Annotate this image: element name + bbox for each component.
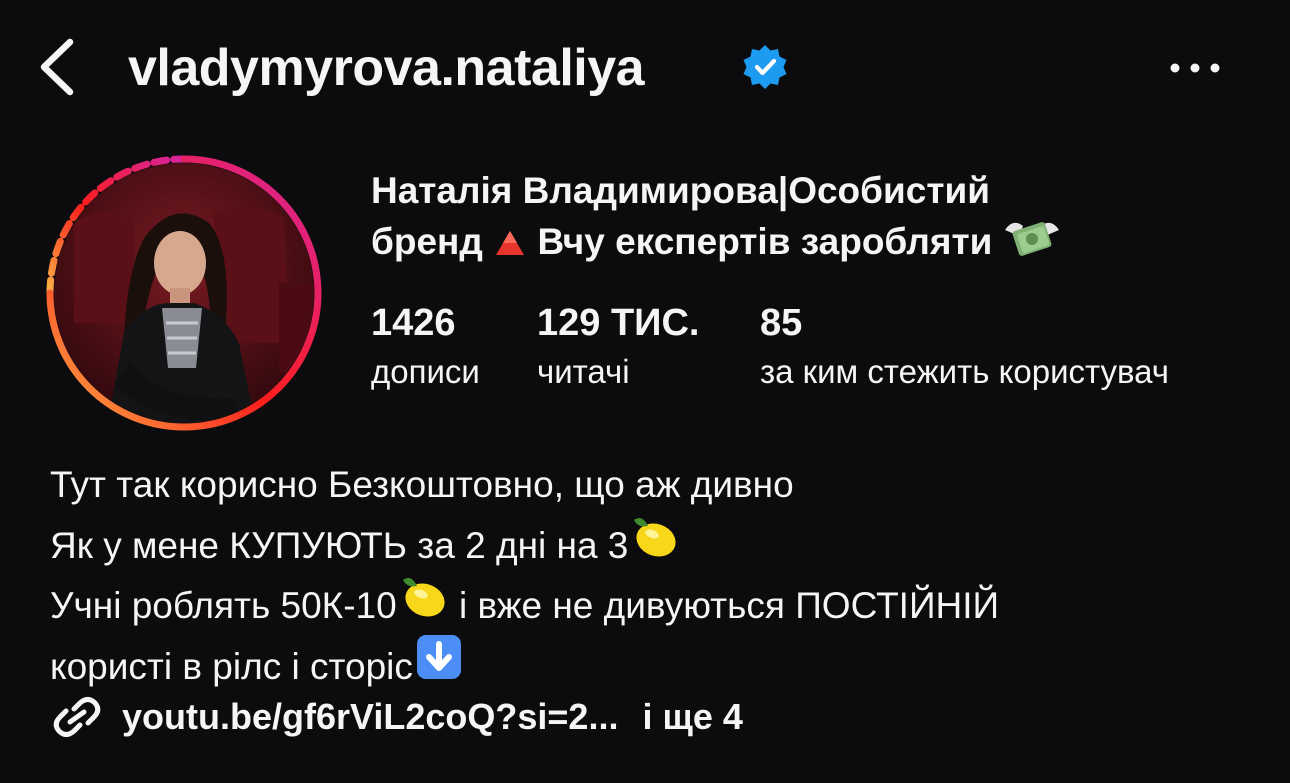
following-label: за ким стежить користувач [760,353,1170,390]
followers-count: 129 ТИС. [537,302,700,344]
profile-avatar[interactable] [34,143,334,443]
bio-line-3: Учні роблять 50К-10 і вже не дивуються П… [50,572,1250,633]
link-icon [53,697,101,737]
profile-bio: Тут так корисно Безкоштовно, що аж дивно… [50,459,1250,693]
profile-screen: vladymyrova.nataliya Наталія Владимирова… [0,0,1290,783]
money-with-wings-icon [1004,222,1059,256]
chevron-left-icon [40,38,74,96]
bio-line-4: користі в рілс і сторіс [50,633,1250,694]
back-button[interactable] [30,34,86,100]
name-line-1: Наталія Владимирова|Особистий [371,170,990,211]
bio-line-3b: і вже не дивуються ПОСТІЙНІЙ [448,585,1000,626]
followers-stat[interactable]: 129 ТИС. читачі [537,300,699,394]
posts-label: дописи [371,353,480,390]
more-options-button[interactable] [1160,48,1230,88]
red-triangle-icon [496,231,525,255]
bio-line-2-text: Як у мене КУПУЮТЬ за 2 дні на 3 [50,524,629,566]
name-line-2b: Вчу експертів заробляти [537,221,993,262]
bio-line-3a: Учні роблять 50К-10 [50,585,397,626]
bio-line-2: Як у мене КУПУЮТЬ за 2 дні на 3 [50,512,1250,573]
username-title: vladymyrova.nataliya [128,39,645,97]
lemon-icon [402,578,445,617]
name-line-2: бренд Вчу експертів заробляти [371,214,1251,265]
name-line-2a: бренд [371,221,483,262]
following-count: 85 [760,302,803,344]
verified-badge-icon [743,45,787,89]
posts-stat[interactable]: 1426 дописи [371,300,480,394]
profile-full-name: Наталія Владимирова|Особистий бренд Вчу … [371,168,1251,265]
more-links[interactable]: і ще 4 [642,696,742,738]
avatar-image [46,155,322,431]
posts-count: 1426 [371,302,456,344]
following-stat[interactable]: 85 за ким стежить користувач [760,300,1169,394]
profile-link[interactable]: youtu.be/gf6rViL2coQ?si=2... і ще 4 [50,692,743,742]
more-horizontal-icon [1170,63,1220,73]
followers-label: читачі [537,353,630,390]
bio-line-1: Тут так корисно Безкоштовно, що аж дивно [50,464,794,505]
lemon-icon [634,517,676,557]
link-url[interactable]: youtu.be/gf6rViL2coQ?si=2... [122,696,618,738]
bio-line-4-text: користі в рілс і сторіс [50,645,413,687]
down-arrow-icon [416,634,461,679]
